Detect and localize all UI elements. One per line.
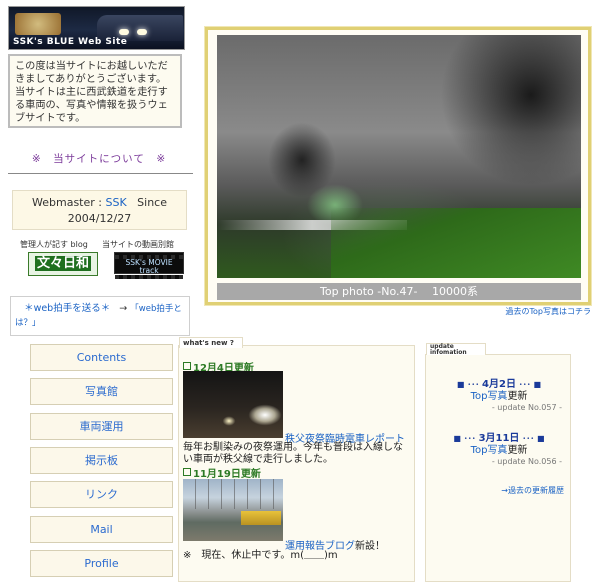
blog-banner[interactable]: 管理人が記す blog 文々日和 xyxy=(18,239,106,279)
blog-banner-image[interactable]: 文々日和 xyxy=(28,252,98,276)
update-suffix: 更新 xyxy=(507,445,528,456)
news-date: 11月19日更新 xyxy=(183,465,261,480)
news-photo-night-festival[interactable] xyxy=(183,371,283,438)
update-link[interactable]: Top写真 xyxy=(471,445,508,456)
since-date: 2004/12/27 xyxy=(67,212,132,225)
update-info-tab: update infomation xyxy=(426,343,486,356)
logo-photo-light xyxy=(15,13,61,35)
about-link[interactable]: ※ 当サイトについて ※ xyxy=(8,151,190,166)
blog-banner-caption: 管理人が記す blog xyxy=(20,240,88,249)
movie-banner-caption: 当サイトの動画別館 xyxy=(102,240,174,249)
top-photo-frame: Top photo -No.47- 10000系 xyxy=(205,27,591,305)
nav-links[interactable]: リンク xyxy=(30,481,173,508)
photo-yellow-train xyxy=(241,511,281,525)
nav-photo-gallery[interactable]: 写真館 xyxy=(30,378,173,405)
webmaster-name-link[interactable]: SSK xyxy=(105,196,126,209)
top-photo xyxy=(217,35,581,278)
logo-headlight xyxy=(137,29,147,35)
intro-box: この度は当サイトにお越しいただきましてありがとうございます。 当サイトは主に西武… xyxy=(8,54,182,128)
movie-banner[interactable]: 当サイトの動画別館 SSK's MOVIE track xyxy=(100,239,188,279)
movie-banner-title: SSK's MOVIE track xyxy=(125,258,173,275)
news-text: ※ 現在、休止中です。m(＿＿)m xyxy=(183,550,338,561)
nav-contents[interactable]: Contents xyxy=(30,344,173,371)
update-link[interactable]: Top写真 xyxy=(471,391,508,402)
square-bullet-icon xyxy=(183,362,191,370)
divider xyxy=(8,173,193,174)
update-text: Top写真更新 xyxy=(426,387,572,402)
update-history-link[interactable]: →過去の更新履歴 xyxy=(501,485,564,496)
film-strip-icon xyxy=(115,275,183,279)
intro-text: この度は当サイトにお越しいただきましてありがとうございます。 当サイトは主に西武… xyxy=(15,61,168,124)
webmaster-box: Webmaster : SSK Since 2004/12/27 xyxy=(12,190,187,230)
nav-bbs[interactable]: 掲示板 xyxy=(30,447,173,474)
photo-catenary-poles xyxy=(183,479,283,509)
update-tab-line2: infomation xyxy=(430,349,467,356)
movie-banner-image[interactable]: SSK's MOVIE track xyxy=(114,252,184,279)
past-top-photos-link[interactable]: 過去のTop写真はコチラ xyxy=(0,306,592,317)
site-logo-banner[interactable]: SSK's BLUE Web Site xyxy=(8,6,185,50)
logo-text: SSK's BLUE Web Site xyxy=(13,37,128,47)
whats-new-tab: what's new ? xyxy=(179,337,243,348)
photo-trees xyxy=(381,35,581,235)
update-text: Top写真更新 xyxy=(426,441,572,456)
photo-trees xyxy=(257,115,347,205)
update-info-panel: update infomation ■ ･･･ 4月2日 ･･･ ■ Top写真… xyxy=(425,343,572,582)
update-suffix: 更新 xyxy=(507,391,528,402)
webmaster-prefix: Webmaster : xyxy=(32,196,106,209)
update-number: - update No.057 - xyxy=(491,403,562,412)
nav-vehicle-operations[interactable]: 車両運用 xyxy=(30,413,173,440)
blog-banner-title: 文々日和 xyxy=(34,256,91,271)
update-number: - update No.056 - xyxy=(491,457,562,466)
news-text: 毎年お馴染みの夜祭運用。今年も普段は入線しない車両が秩父線で走行しました。 xyxy=(183,442,403,465)
photo-grass xyxy=(331,208,581,278)
news-photo-depot[interactable] xyxy=(183,479,283,541)
logo-headlight xyxy=(119,29,129,35)
nav-profile[interactable]: Profile xyxy=(30,550,173,577)
top-photo-caption: Top photo -No.47- 10000系 xyxy=(217,283,581,300)
since-label: Since xyxy=(137,196,167,209)
square-bullet-icon xyxy=(183,468,191,476)
nav-mail[interactable]: Mail xyxy=(30,516,173,543)
